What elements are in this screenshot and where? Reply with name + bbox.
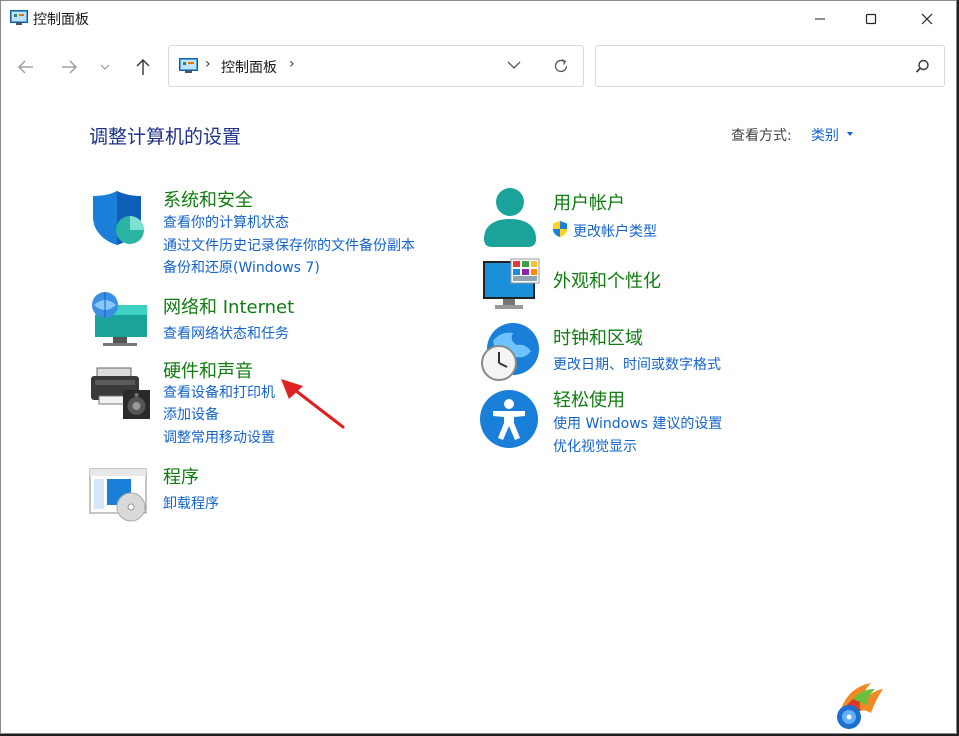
arrow-right-icon: [62, 60, 77, 74]
control-panel-small-icon: [179, 58, 198, 73]
close-icon: [921, 13, 933, 25]
chevron-down-icon: [100, 64, 110, 70]
search-icon[interactable]: [915, 59, 930, 74]
globe-clock-icon[interactable]: [479, 321, 541, 383]
link-mobility-settings[interactable]: 调整常用移动设置: [163, 427, 275, 447]
maximize-icon: [865, 13, 877, 25]
link-optimize-visual-display[interactable]: 优化视觉显示: [553, 436, 637, 456]
close-button[interactable]: [904, 1, 950, 37]
category-user-accounts[interactable]: 用户帐户: [553, 189, 625, 215]
printer-speaker-icon[interactable]: [91, 366, 151, 421]
category-hardware-sound[interactable]: 硬件和声音: [163, 357, 253, 383]
category-programs[interactable]: 程序: [163, 463, 199, 489]
forward-button[interactable]: [55, 53, 83, 81]
link-windows-recommended-settings[interactable]: 使用 Windows 建议的设置: [553, 413, 722, 433]
link-file-history-backup[interactable]: 通过文件历史记录保存你的文件备份副本: [163, 235, 415, 255]
category-system-security[interactable]: 系统和安全: [163, 186, 253, 212]
monitor-tiles-icon[interactable]: [481, 257, 541, 311]
title-bar: 控制面板: [1, 1, 956, 37]
programs-disc-icon[interactable]: [89, 467, 149, 523]
network-globe-icon[interactable]: [89, 291, 149, 347]
view-by-label: 查看方式:: [731, 128, 792, 144]
refresh-icon[interactable]: [552, 57, 570, 75]
minimize-icon: [815, 18, 825, 20]
breadcrumb-control-panel[interactable]: 控制面板: [221, 57, 277, 77]
link-add-device[interactable]: 添加设备: [163, 404, 219, 424]
arrow-left-icon: [18, 60, 33, 74]
accessibility-icon[interactable]: [479, 389, 541, 451]
window-title: 控制面板: [33, 12, 89, 28]
category-ease-of-access[interactable]: 轻松使用: [553, 386, 625, 412]
view-by-caret-icon[interactable]: [847, 132, 853, 136]
breadcrumb-separator: ›: [205, 56, 211, 72]
address-bar[interactable]: › 控制面板 ›: [168, 45, 584, 87]
back-button[interactable]: [12, 53, 40, 81]
category-clock-region[interactable]: 时钟和区域: [553, 324, 643, 350]
uac-shield-icon: [553, 221, 567, 237]
shield-icon[interactable]: [89, 189, 147, 247]
address-history-chevron-icon[interactable]: [507, 58, 521, 72]
view-by-dropdown[interactable]: 类别: [811, 125, 839, 145]
user-accounts-icon[interactable]: [481, 187, 539, 249]
arrow-up-icon: [136, 59, 150, 75]
category-appearance-personalization[interactable]: 外观和个性化: [553, 267, 661, 293]
control-panel-app-icon: [10, 10, 28, 25]
link-view-computer-status[interactable]: 查看你的计算机状态: [163, 212, 289, 232]
recent-locations-button[interactable]: [91, 53, 119, 81]
link-change-account-type[interactable]: 更改帐户类型: [573, 221, 657, 241]
maximize-button[interactable]: [848, 1, 894, 37]
category-network-internet[interactable]: 网络和 Internet: [163, 293, 294, 319]
link-change-date-time-format[interactable]: 更改日期、时间或数字格式: [553, 354, 721, 374]
link-uninstall-program[interactable]: 卸载程序: [163, 493, 219, 513]
breadcrumb-separator-end[interactable]: ›: [289, 56, 295, 72]
minimize-button[interactable]: [797, 1, 843, 37]
watermark-logo-icon: [837, 683, 883, 729]
link-devices-printers[interactable]: 查看设备和打印机: [163, 382, 275, 402]
link-network-status[interactable]: 查看网络状态和任务: [163, 323, 289, 343]
up-button[interactable]: [129, 53, 157, 81]
page-title: 调整计算机的设置: [89, 126, 242, 148]
red-arrow-annotation-icon: [281, 379, 345, 429]
control-panel-window: 控制面板 › 控制面板 › 调整计算机的设置 查看方式: 类别 系统和安全 查看…: [0, 0, 957, 734]
search-box[interactable]: [595, 45, 945, 87]
link-backup-restore[interactable]: 备份和还原(Windows 7): [163, 257, 320, 277]
